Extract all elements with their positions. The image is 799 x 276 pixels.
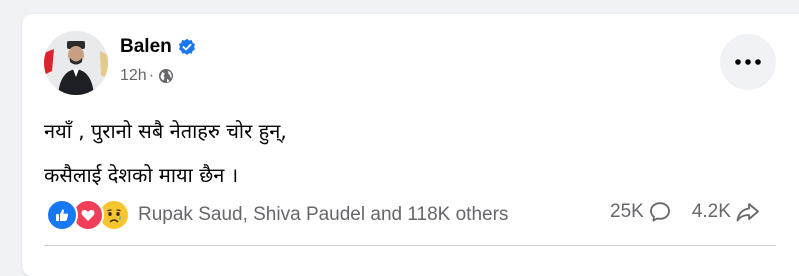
avatar-photo xyxy=(44,31,108,95)
shares-count[interactable]: 4.2K xyxy=(692,200,761,224)
comment-icon xyxy=(649,202,670,222)
share-icon xyxy=(736,203,759,222)
shares-count-label: 4.2K xyxy=(691,201,731,222)
like-icon xyxy=(46,199,78,231)
post-meta: 12h · xyxy=(120,67,174,85)
post-card: Balen 12h · नयाँ , पुरानो सबै नेताहरु चो… xyxy=(22,14,799,276)
reaction-names[interactable]: Rupak Saud, Shiva Paudel and 118K others xyxy=(138,204,508,226)
divider xyxy=(44,245,776,246)
comments-count[interactable]: 25K xyxy=(610,200,672,224)
author-name[interactable]: Balen xyxy=(120,36,172,58)
avatar[interactable] xyxy=(44,31,108,95)
more-horizontal-icon xyxy=(735,59,761,65)
post-timestamp[interactable]: 12h xyxy=(120,67,147,85)
globe-icon[interactable] xyxy=(158,68,174,84)
meta-separator: · xyxy=(148,67,155,84)
reactions-summary[interactable]: Rupak Saud, Shiva Paudel and 118K others xyxy=(46,199,508,231)
post-message: नयाँ , पुरानो सबै नेताहरु चोर हुन्, कसैल… xyxy=(44,109,287,197)
post-text-line: कसैलाई देशको माया छैन । xyxy=(44,163,239,187)
verified-badge-icon xyxy=(178,38,196,56)
reaction-icons xyxy=(46,199,130,231)
post-text-line: नयाँ , पुरानो सबै नेताहरु चोर हुन्, xyxy=(44,119,287,143)
post-stats: 25K 4.2K xyxy=(610,200,761,224)
more-options-button[interactable] xyxy=(720,34,776,90)
comments-count-label: 25K xyxy=(610,201,644,222)
post-author: Balen xyxy=(120,36,196,58)
